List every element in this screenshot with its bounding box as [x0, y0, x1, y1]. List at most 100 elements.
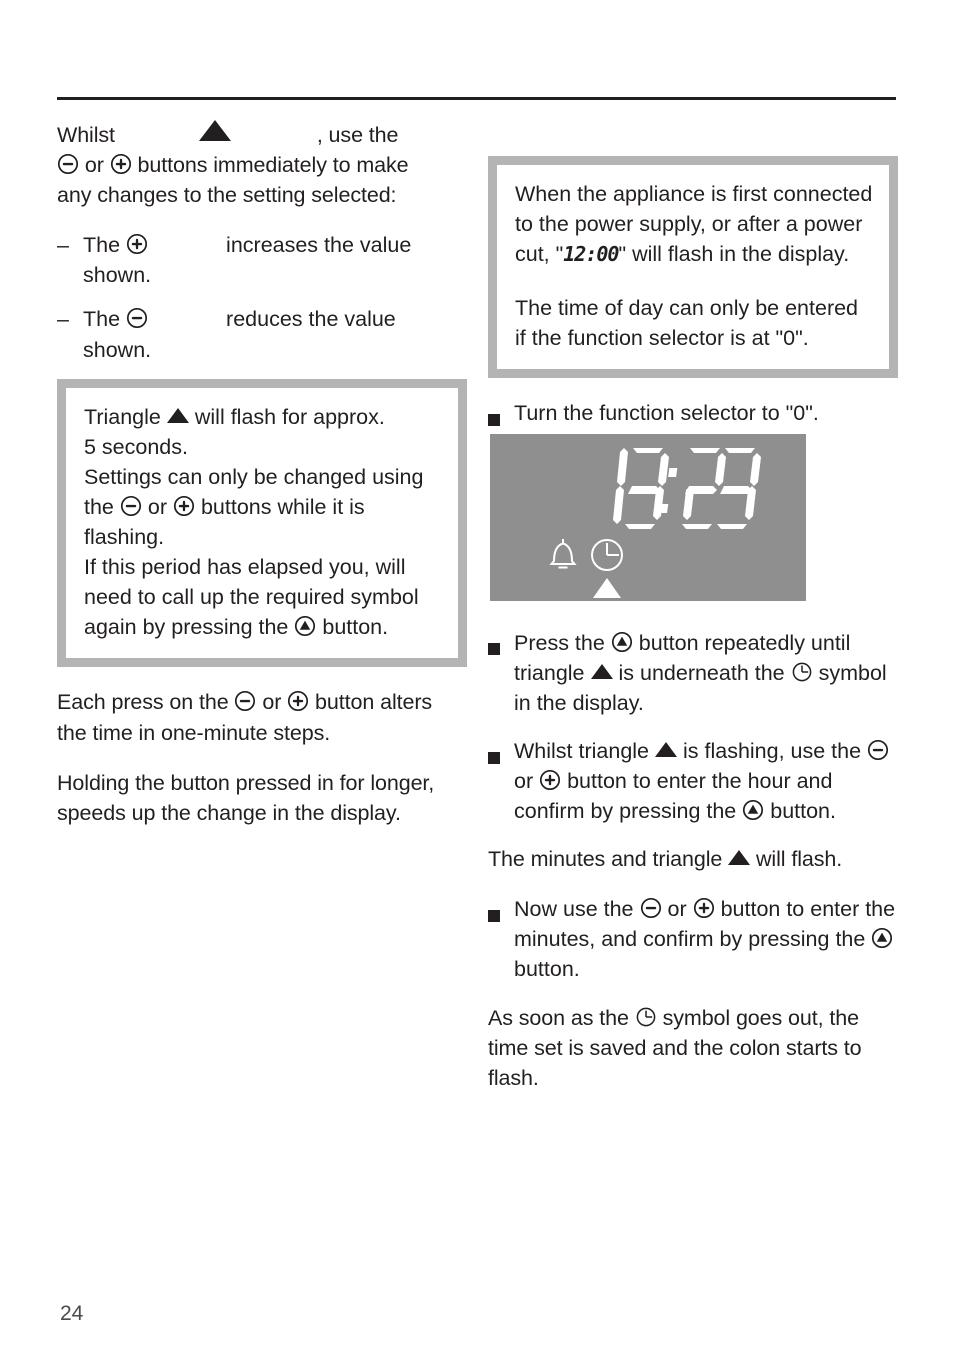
dash-item-plus-body: The increases the value shown.	[83, 230, 467, 290]
filled-triangle-up-icon	[728, 850, 751, 866]
circled-plus-icon	[287, 690, 309, 712]
dash-plus-text-line2: shown.	[83, 263, 152, 288]
power-p1-b: " will flash in the display.	[618, 242, 850, 267]
intro-text-part2: , use the	[316, 123, 399, 147]
intro-line2-a: or	[84, 153, 104, 178]
clock-icon	[791, 661, 813, 683]
note-line5: flashing.	[84, 525, 165, 550]
enter-hour-c: or	[514, 768, 534, 793]
dash-marker: –	[57, 233, 69, 258]
clock-icon	[635, 1006, 657, 1028]
square-bullet-icon	[488, 736, 514, 826]
press-select-c: is underneath the	[618, 660, 785, 685]
press-select-a: Press the	[514, 630, 605, 655]
filled-triangle-up-icon	[198, 120, 231, 141]
note-box-power-supply-p2: The time of day can only be entered if t…	[515, 296, 859, 351]
dash-item-plus: – The increases the value shown.	[57, 230, 467, 290]
each-press-a: Each press on the	[57, 690, 229, 715]
bullet-enter-hour-text: Whilst triangle is flashing, use the or …	[514, 736, 898, 826]
enter-minutes-d: button.	[514, 957, 580, 982]
bullet-enter-minutes-text: Now use the or button to enter the minut…	[514, 894, 898, 984]
circled-minus-icon	[867, 739, 889, 761]
filled-triangle-up-icon	[593, 578, 621, 598]
filled-triangle-up-icon	[655, 741, 677, 757]
circled-triangle-up-icon	[611, 631, 633, 653]
note-line8-a: again by pressing the	[84, 615, 289, 640]
dash-minus-text-before: The	[83, 307, 121, 332]
note-line6: If this period has elapsed you, will	[84, 555, 406, 580]
page-number: 24	[60, 1302, 84, 1325]
dash-marker: –	[57, 307, 69, 332]
left-column: Whilst , use the or buttons immediately …	[57, 120, 467, 848]
bullet-turn-selector: Turn the function selector to "0".	[488, 398, 898, 429]
bell-icon	[549, 539, 577, 569]
circled-triangle-up-icon	[742, 799, 764, 821]
circled-triangle-up-icon	[871, 927, 893, 949]
dash-minus-text-after: reduces the value	[226, 307, 396, 332]
enter-hour-b: is flashing, use the	[682, 738, 862, 763]
note-line4-c: buttons while it is	[200, 494, 365, 519]
enter-minutes-a: Now use the	[514, 897, 634, 922]
lcd-display-illustration	[490, 434, 806, 601]
square-bullet-icon	[488, 398, 514, 429]
minutes-flash-b: will flash.	[756, 847, 843, 872]
filled-triangle-up-icon	[166, 407, 189, 423]
note-box-triangle-flash: Triangle will flash for approx. 5 second…	[57, 378, 467, 668]
segment-time-1200: 12:00	[563, 242, 619, 267]
note-seg1-before: Triangle	[84, 404, 161, 429]
bullet-enter-minutes: Now use the or button to enter the minut…	[488, 894, 898, 984]
enter-hour-e: button.	[770, 799, 836, 824]
dash-item-minus-body: The reduces the value shown.	[83, 304, 467, 364]
circled-plus-icon	[173, 495, 195, 517]
bullet-press-select-text: Press the button repeatedly until triang…	[514, 628, 898, 718]
dash-plus-text-before: The	[83, 233, 121, 258]
enter-minutes-b: or	[667, 897, 687, 922]
square-bullet-icon	[488, 894, 514, 984]
circled-minus-icon	[640, 897, 662, 919]
note-box-power-supply: When the appliance is first connected to…	[488, 156, 898, 379]
paragraph-each-press: Each press on the or button alters the t…	[57, 687, 467, 747]
time-saved-a: As soon as the	[488, 1005, 629, 1030]
note-box-power-supply-p1: When the appliance is first connected to…	[515, 179, 873, 269]
minutes-flash-a: The minutes and triangle	[488, 847, 723, 872]
intro-paragraph: Whilst , use the or buttons immediately …	[57, 120, 467, 210]
lcd-seven-segment-time	[613, 448, 761, 529]
note-line3: Settings can only be changed using	[84, 464, 424, 489]
dash-item-minus: – The reduces the value shown.	[57, 304, 467, 364]
right-column: When the appliance is first connected to…	[488, 120, 898, 1113]
note-seg1-after: will flash for approx.	[194, 404, 385, 429]
circled-plus-icon	[539, 769, 561, 791]
intro-line3: any changes to the setting selected:	[57, 183, 397, 208]
paragraph-holding-button: Holding the button pressed in for longer…	[57, 770, 435, 825]
manual-page: Whilst , use the or buttons immediately …	[0, 0, 954, 1352]
square-bullet-icon	[488, 628, 514, 718]
paragraph-time-saved: As soon as the symbol goes out, the time…	[488, 1003, 898, 1093]
note-line8-b: button.	[322, 615, 389, 640]
bullet-turn-selector-text: Turn the function selector to "0".	[514, 401, 819, 426]
note-box-triangle-flash-text: Triangle will flash for approx. 5 second…	[84, 402, 442, 643]
paragraph-minutes-flash: The minutes and triangle will flash.	[488, 844, 898, 874]
circled-plus-icon	[126, 233, 148, 255]
enter-hour-a: Whilst triangle	[514, 738, 650, 763]
intro-text-part1: Whilst	[57, 123, 115, 147]
header-rule	[57, 97, 896, 100]
note-line4-a: the	[84, 494, 114, 519]
clock-icon	[591, 539, 623, 571]
circled-minus-icon	[234, 690, 256, 712]
bullet-enter-hour: Whilst triangle is flashing, use the or …	[488, 736, 898, 826]
bullet-press-select: Press the button repeatedly until triang…	[488, 628, 898, 718]
circled-plus-icon	[693, 897, 715, 919]
intro-line2-b: buttons immediately to make	[137, 153, 409, 178]
circled-minus-icon	[126, 307, 148, 329]
circled-triangle-up-icon	[294, 615, 316, 637]
note-line4-b: or	[147, 494, 167, 519]
circled-plus-icon	[110, 153, 132, 175]
note-line2: 5 seconds.	[84, 434, 188, 459]
lcd-status-icons	[545, 532, 675, 603]
circled-minus-icon	[120, 495, 142, 517]
lcd-digits	[585, 442, 765, 537]
circled-minus-icon	[57, 153, 79, 175]
note-line7: need to call up the required symbol	[84, 585, 419, 610]
dash-plus-text-after: increases the value	[226, 233, 412, 258]
dash-minus-text-line2: shown.	[83, 337, 152, 362]
